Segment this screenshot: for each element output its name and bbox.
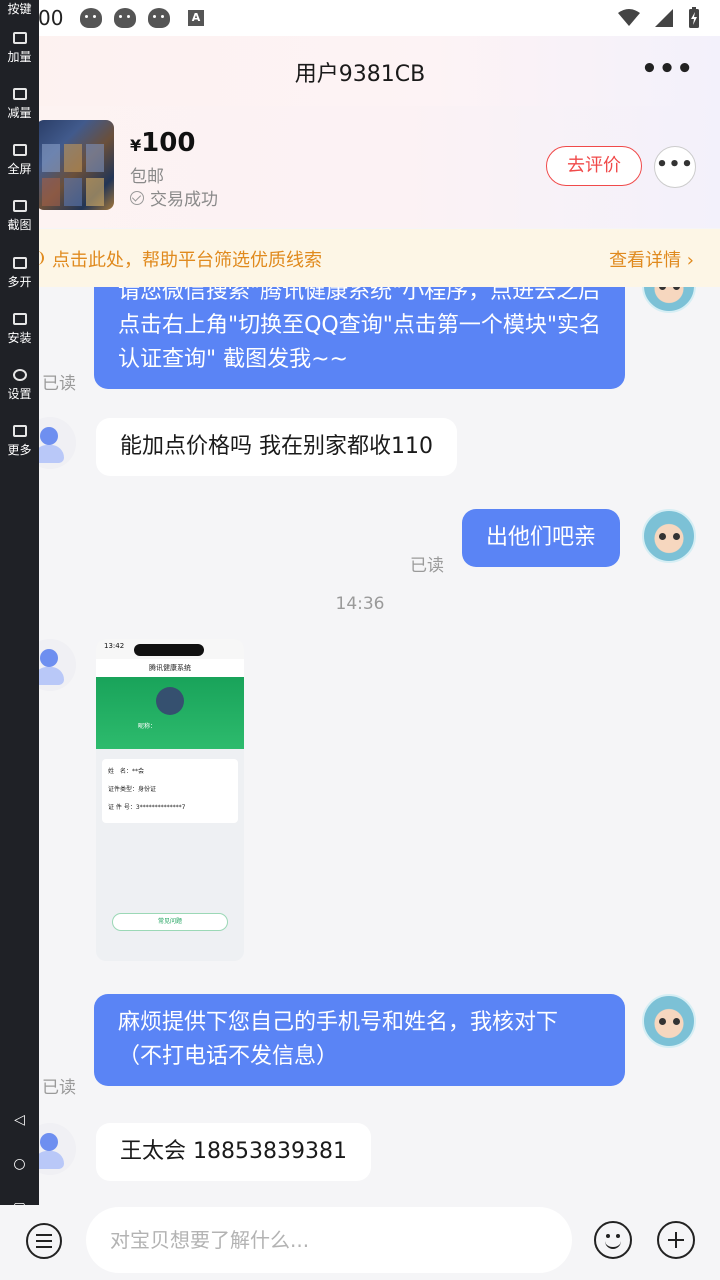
- page-title: 用户9381CB: [294, 62, 426, 87]
- read-receipt: 已读: [410, 556, 444, 576]
- message-bubble-outgoing[interactable]: 请您微信搜索"腾讯健康系统"小程序，点进去之后点击右上角"切换至QQ查询"点击第…: [94, 287, 625, 389]
- read-receipt: 已读: [42, 374, 76, 394]
- toolbar-screenshot[interactable]: 截图: [0, 200, 39, 233]
- status-bar: 00 A: [0, 0, 720, 36]
- message-bubble-outgoing[interactable]: 出他们吧亲: [462, 509, 621, 567]
- status-time: 00: [38, 6, 64, 30]
- android-icon: [80, 8, 102, 28]
- order-status-text: 交易成功: [150, 190, 218, 210]
- screenshot-title: 腾讯健康系统: [96, 659, 244, 677]
- message-bubble-incoming[interactable]: 王太会 18853839381: [96, 1123, 371, 1181]
- toolbar-volume-up[interactable]: 加量: [0, 32, 39, 65]
- screenshot-name-row: 姓 名：**会: [108, 768, 145, 775]
- emulator-toolbar: 按键 加量 减量 全屏 截图 多开 安装 设置 更多 ◁ ○ ▢: [0, 0, 39, 1216]
- toolbar-label: 设置: [7, 387, 32, 401]
- signal-icon: [655, 9, 673, 27]
- toolbar-label: 加量: [7, 50, 32, 64]
- android-icon: [148, 8, 170, 28]
- toolbar-label: 多开: [7, 275, 32, 289]
- more-icon: [12, 425, 27, 437]
- wifi-icon: [618, 9, 640, 26]
- scissors-icon: [12, 200, 27, 212]
- my-avatar[interactable]: [642, 509, 696, 563]
- message-bubble-incoming[interactable]: 能加点价格吗 我在别家都收110: [96, 418, 457, 476]
- notice-text: 点击此处，帮助平台筛选优质线索: [52, 250, 322, 271]
- my-avatar[interactable]: [642, 994, 696, 1048]
- volume-up-icon: [12, 32, 27, 44]
- screenshot-faq-button: 常见问题: [112, 913, 228, 931]
- toolbar-label: 全屏: [7, 162, 32, 176]
- product-price: ¥100: [130, 128, 195, 158]
- shipping-label: 包邮: [130, 167, 164, 187]
- toolbar-label: 按键: [7, 2, 32, 16]
- more-options-button[interactable]: •••: [641, 54, 694, 84]
- apk-icon: [12, 313, 27, 325]
- order-status: 交易成功: [130, 185, 218, 210]
- screenshot-status-bar: 13:42: [96, 639, 244, 659]
- screenshot-id-number-row: 证 件 号：3**************7: [108, 804, 186, 811]
- image-message[interactable]: 13:42 腾讯健康系统 昵称： 姓 名：**会 证件类型：身份证 证 件 号：…: [96, 639, 244, 961]
- view-details-link[interactable]: 查看详情 ›: [609, 246, 694, 272]
- toolbar-multi-instance[interactable]: 多开: [0, 257, 39, 290]
- multi-window-icon: [12, 257, 27, 269]
- my-avatar[interactable]: [642, 287, 696, 313]
- toolbar-keys[interactable]: 按键: [0, 0, 39, 17]
- chat-list[interactable]: 请您微信搜索"腾讯健康系统"小程序，点进去之后点击右上角"切换至QQ查询"点击第…: [0, 287, 720, 1205]
- plus-icon[interactable]: [657, 1221, 695, 1259]
- volume-down-icon: [12, 88, 27, 100]
- android-icon: [114, 8, 136, 28]
- a-letter-icon: A: [188, 10, 204, 26]
- currency-symbol: ¥: [130, 136, 142, 155]
- toolbar-more[interactable]: 更多: [0, 425, 39, 458]
- toolbar-fullscreen[interactable]: 全屏: [0, 144, 39, 177]
- toolbar-label: 减量: [7, 106, 32, 120]
- price-value: 100: [141, 128, 196, 158]
- message-input-bar: [0, 1205, 720, 1280]
- screenshot-info-card: 姓 名：**会 证件类型：身份证 证 件 号：3**************7: [102, 759, 238, 823]
- notice-banner[interactable]: 点击此处，帮助平台筛选优质线索 查看详情 ›: [0, 229, 720, 287]
- toolbar-label: 截图: [7, 218, 32, 232]
- product-thumbnail[interactable]: [36, 120, 114, 210]
- screenshot-nickname: 昵称：: [138, 723, 157, 730]
- read-receipt: 已读: [42, 1078, 76, 1098]
- emoji-icon[interactable]: [594, 1221, 632, 1259]
- check-circle-icon: [130, 190, 144, 205]
- toolbar-install[interactable]: 安装: [0, 313, 39, 346]
- message-bubble-outgoing[interactable]: 麻烦提供下您自己的手机号和姓名，我核对下（不打电话不发信息）: [94, 994, 625, 1086]
- notification-icons: A: [80, 8, 204, 28]
- toolbar-label: 更多: [7, 443, 32, 457]
- timestamp: 14:36: [335, 594, 385, 614]
- review-button[interactable]: 去评价: [546, 146, 642, 186]
- system-icons: [618, 7, 700, 29]
- screenshot-id-type-row: 证件类型：身份证: [108, 786, 157, 793]
- fullscreen-icon: [12, 144, 27, 156]
- product-more-button[interactable]: •••: [654, 146, 696, 188]
- chat-header: 用户9381CB •••: [0, 36, 720, 106]
- gear-icon: [12, 369, 27, 381]
- toolbar-label: 安装: [7, 331, 32, 345]
- battery-icon: [689, 7, 699, 28]
- toolbar-settings[interactable]: 设置: [0, 369, 39, 402]
- screenshot-time: 13:42: [104, 642, 125, 650]
- menu-icon[interactable]: [26, 1223, 62, 1259]
- back-button[interactable]: ◁: [0, 1112, 39, 1128]
- toolbar-volume-down[interactable]: 减量: [0, 88, 39, 121]
- message-input[interactable]: [86, 1207, 572, 1273]
- home-button[interactable]: ○: [0, 1156, 39, 1172]
- screenshot-header: 昵称：: [96, 677, 244, 749]
